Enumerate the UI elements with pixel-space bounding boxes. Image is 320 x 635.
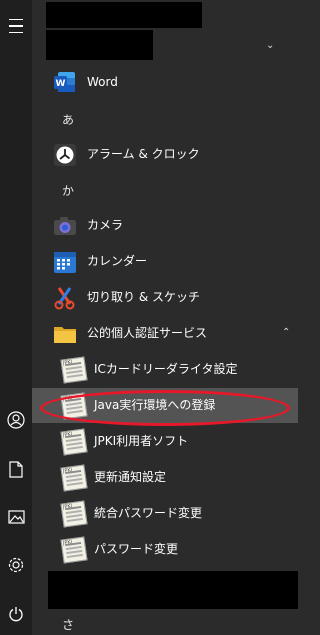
jpki-icon xyxy=(60,536,88,564)
letter-header-sa[interactable]: さ xyxy=(62,613,74,635)
calendar-icon xyxy=(53,250,77,274)
app-list: ⌄ W Word あ アラーム & クロック か カメラ カレンダー 切り取り … xyxy=(32,0,298,635)
chevron-down-icon[interactable]: ⌄ xyxy=(266,40,274,51)
folder-label: 公的個人認証サービス xyxy=(87,326,208,340)
chevron-up-icon[interactable]: ⌃ xyxy=(282,327,290,338)
letter-header-ka[interactable]: か xyxy=(62,179,74,203)
document-icon[interactable] xyxy=(0,451,32,487)
redacted-block xyxy=(46,30,153,60)
app-label: アラーム & クロック xyxy=(87,147,200,161)
app-camera[interactable]: カメラ xyxy=(32,208,298,243)
svg-text:W: W xyxy=(56,79,66,89)
redacted-block xyxy=(46,2,202,28)
pictures-icon[interactable] xyxy=(0,499,32,535)
word-icon: W xyxy=(53,70,77,94)
red-annotation-ellipse xyxy=(40,390,290,426)
folder-jpki[interactable]: 公的個人認証サービス ⌃ xyxy=(32,316,298,351)
app-label: 更新通知設定 xyxy=(94,470,167,484)
app-update-notification-settings[interactable]: 更新通知設定 xyxy=(32,460,298,495)
scissors-icon xyxy=(53,286,77,310)
user-icon[interactable] xyxy=(0,402,32,438)
menu-icon[interactable] xyxy=(0,8,32,44)
settings-icon[interactable] xyxy=(0,547,32,583)
app-label: カレンダー xyxy=(87,254,148,268)
camera-icon xyxy=(53,214,77,238)
letter-header-a[interactable]: あ xyxy=(62,108,74,132)
jpki-icon xyxy=(60,428,88,456)
app-word[interactable]: W Word xyxy=(32,65,298,100)
app-snip-sketch[interactable]: 切り取り & スケッチ xyxy=(32,280,298,315)
redacted-block xyxy=(48,571,298,609)
app-label: パスワード変更 xyxy=(94,542,179,556)
jpki-icon xyxy=(60,464,88,492)
app-calendar[interactable]: カレンダー xyxy=(32,244,298,279)
app-jpki-user-software[interactable]: JPKI利用者ソフト xyxy=(32,424,298,459)
jpki-icon xyxy=(60,500,88,528)
app-label: 統合パスワード変更 xyxy=(94,506,203,520)
app-label: JPKI利用者ソフト xyxy=(94,434,189,448)
app-ic-card-reader-settings[interactable]: ICカードリーダライタ設定 xyxy=(32,352,298,387)
start-rail xyxy=(0,0,32,635)
app-alarm-clock[interactable]: アラーム & クロック xyxy=(32,137,298,172)
app-label: Word xyxy=(87,75,118,89)
jpki-icon xyxy=(60,356,88,384)
folder-icon xyxy=(53,322,77,346)
app-password-change[interactable]: パスワード変更 xyxy=(32,532,298,567)
power-icon[interactable] xyxy=(0,596,32,632)
clock-icon xyxy=(53,143,77,167)
app-label: カメラ xyxy=(87,218,124,232)
app-label: 切り取り & スケッチ xyxy=(87,290,200,304)
app-unified-password-change[interactable]: 統合パスワード変更 xyxy=(32,496,298,531)
app-label: ICカードリーダライタ設定 xyxy=(94,362,238,376)
